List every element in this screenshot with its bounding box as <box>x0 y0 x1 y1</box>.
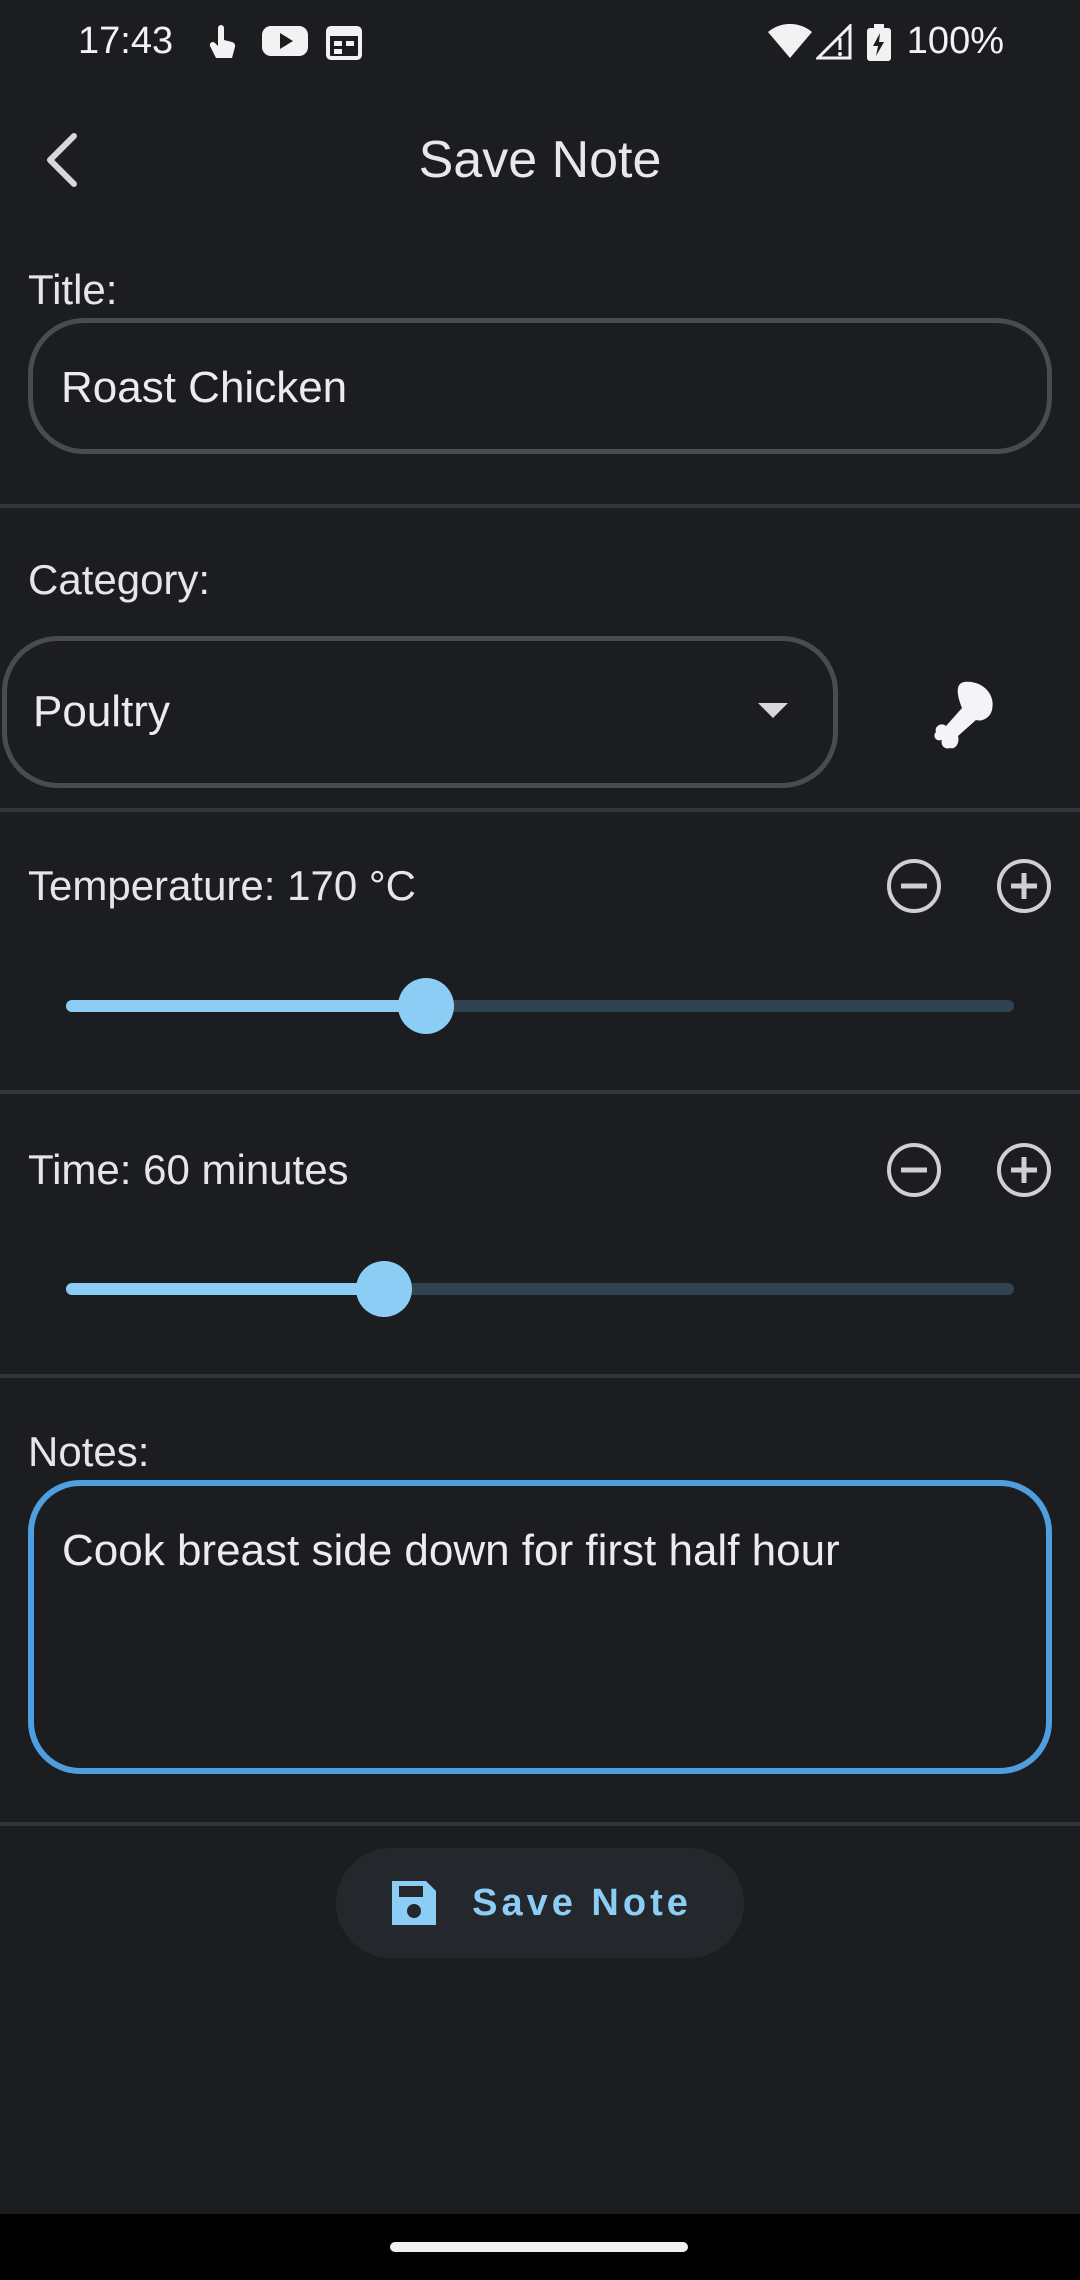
minus-circle-icon <box>887 1143 941 1197</box>
save-icon <box>392 1881 437 1925</box>
plus-circle-icon <box>997 859 1051 913</box>
temperature-slider-fill <box>66 1000 426 1012</box>
time-slider-thumb[interactable] <box>356 1261 412 1317</box>
time-slider-fill <box>66 1283 384 1295</box>
time-label: Time: 60 minutes <box>28 1146 349 1193</box>
category-label: Category: <box>28 556 211 603</box>
battery-icon <box>866 24 892 67</box>
divider <box>0 1374 1080 1378</box>
temperature-decrease-button[interactable] <box>884 856 944 916</box>
save-note-button[interactable]: Save Note <box>336 1848 744 1958</box>
save-button-label: Save Note <box>472 1881 692 1924</box>
temperature-label: Temperature: 170 °C <box>28 862 416 909</box>
minus-circle-icon <box>887 859 941 913</box>
divider <box>0 1822 1080 1826</box>
youtube-icon <box>262 24 308 63</box>
temperature-increase-button[interactable] <box>994 856 1054 916</box>
time-slider[interactable] <box>66 1261 1014 1317</box>
divider <box>0 1090 1080 1094</box>
page-title: Save Note <box>418 131 662 189</box>
time-decrease-button[interactable] <box>884 1140 944 1200</box>
time-increase-button[interactable] <box>994 1140 1054 1200</box>
dropdown-arrow-icon <box>758 703 788 718</box>
category-value: Poultry <box>33 687 170 736</box>
status-time: 17:43 <box>78 20 174 62</box>
calendar-icon <box>326 24 362 65</box>
drumstick-icon <box>920 676 1000 756</box>
title-label: Title: <box>28 266 118 313</box>
battery-percentage: 100% <box>906 20 1004 62</box>
divider <box>0 808 1080 812</box>
temperature-slider[interactable] <box>66 978 1014 1034</box>
title-input[interactable]: Roast Chicken <box>28 318 1052 454</box>
notes-label: Notes: <box>28 1428 150 1475</box>
wifi-icon <box>768 23 812 65</box>
notes-textarea[interactable]: Cook breast side down for first half hou… <box>28 1480 1052 1774</box>
category-dropdown[interactable]: Poultry <box>2 636 838 788</box>
signal-icon <box>814 22 852 65</box>
divider <box>0 504 1080 508</box>
plus-circle-icon <box>997 1143 1051 1197</box>
temperature-slider-thumb[interactable] <box>398 978 454 1034</box>
touch-icon <box>206 24 240 67</box>
home-gesture-handle[interactable] <box>390 2242 688 2252</box>
